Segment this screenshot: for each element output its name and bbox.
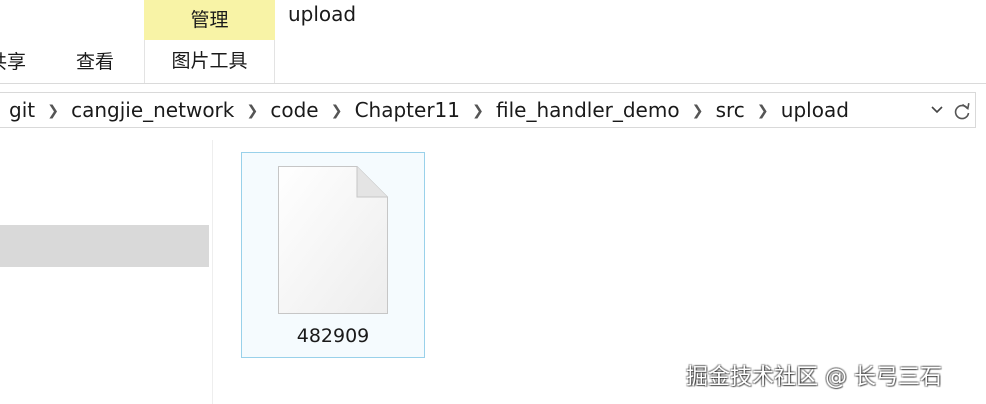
breadcrumb: git ❯ cangjie_network ❯ code ❯ Chapter11 ❯ file_… [9, 93, 849, 129]
breadcrumb-item-chapter11[interactable]: Chapter11 [355, 93, 460, 128]
file-name-label[interactable]: 482909 [242, 325, 424, 347]
breadcrumb-item-file-handler-demo[interactable]: file_handler_demo [496, 93, 680, 128]
ribbon: 管理 upload 共享 查看 图片工具 [0, 0, 986, 84]
nav-pane-selected-item[interactable] [0, 225, 209, 267]
chevron-right-icon[interactable]: ❯ [35, 94, 71, 129]
watermark: 掘金技术社区 @ 长弓三石 [686, 365, 942, 390]
breadcrumb-item-upload[interactable]: upload [781, 93, 849, 128]
pane-divider[interactable] [212, 140, 213, 404]
address-bar[interactable]: git ❯ cangjie_network ❯ code ❯ Chapter11 ❯ file_… [0, 92, 976, 128]
breadcrumb-item-code[interactable]: code [270, 93, 318, 128]
breadcrumb-item-cangjie-network[interactable]: cangjie_network [71, 93, 234, 128]
breadcrumb-item-src[interactable]: src [716, 93, 745, 128]
navigation-pane[interactable] [0, 140, 214, 404]
chevron-down-icon[interactable] [927, 93, 947, 127]
chevron-right-icon[interactable]: ❯ [234, 94, 270, 129]
chevron-right-icon[interactable]: ❯ [460, 94, 496, 129]
ribbon-divider [0, 83, 986, 84]
breadcrumb-item-git[interactable]: git [9, 93, 35, 128]
chevron-right-icon[interactable]: ❯ [680, 94, 716, 129]
chevron-right-icon[interactable]: ❯ [745, 94, 781, 129]
tab-view[interactable]: 查看 [76, 44, 114, 80]
tab-share[interactable]: 共享 [0, 44, 26, 80]
refresh-icon[interactable] [951, 93, 973, 127]
blank-file-icon [277, 165, 389, 319]
tab-picture-tools[interactable]: 图片工具 [144, 40, 275, 84]
window-title: upload [288, 2, 357, 26]
file-item[interactable]: 482909 [241, 152, 425, 358]
chevron-right-icon[interactable]: ❯ [319, 94, 355, 129]
contextual-group-label[interactable]: 管理 [144, 0, 275, 40]
